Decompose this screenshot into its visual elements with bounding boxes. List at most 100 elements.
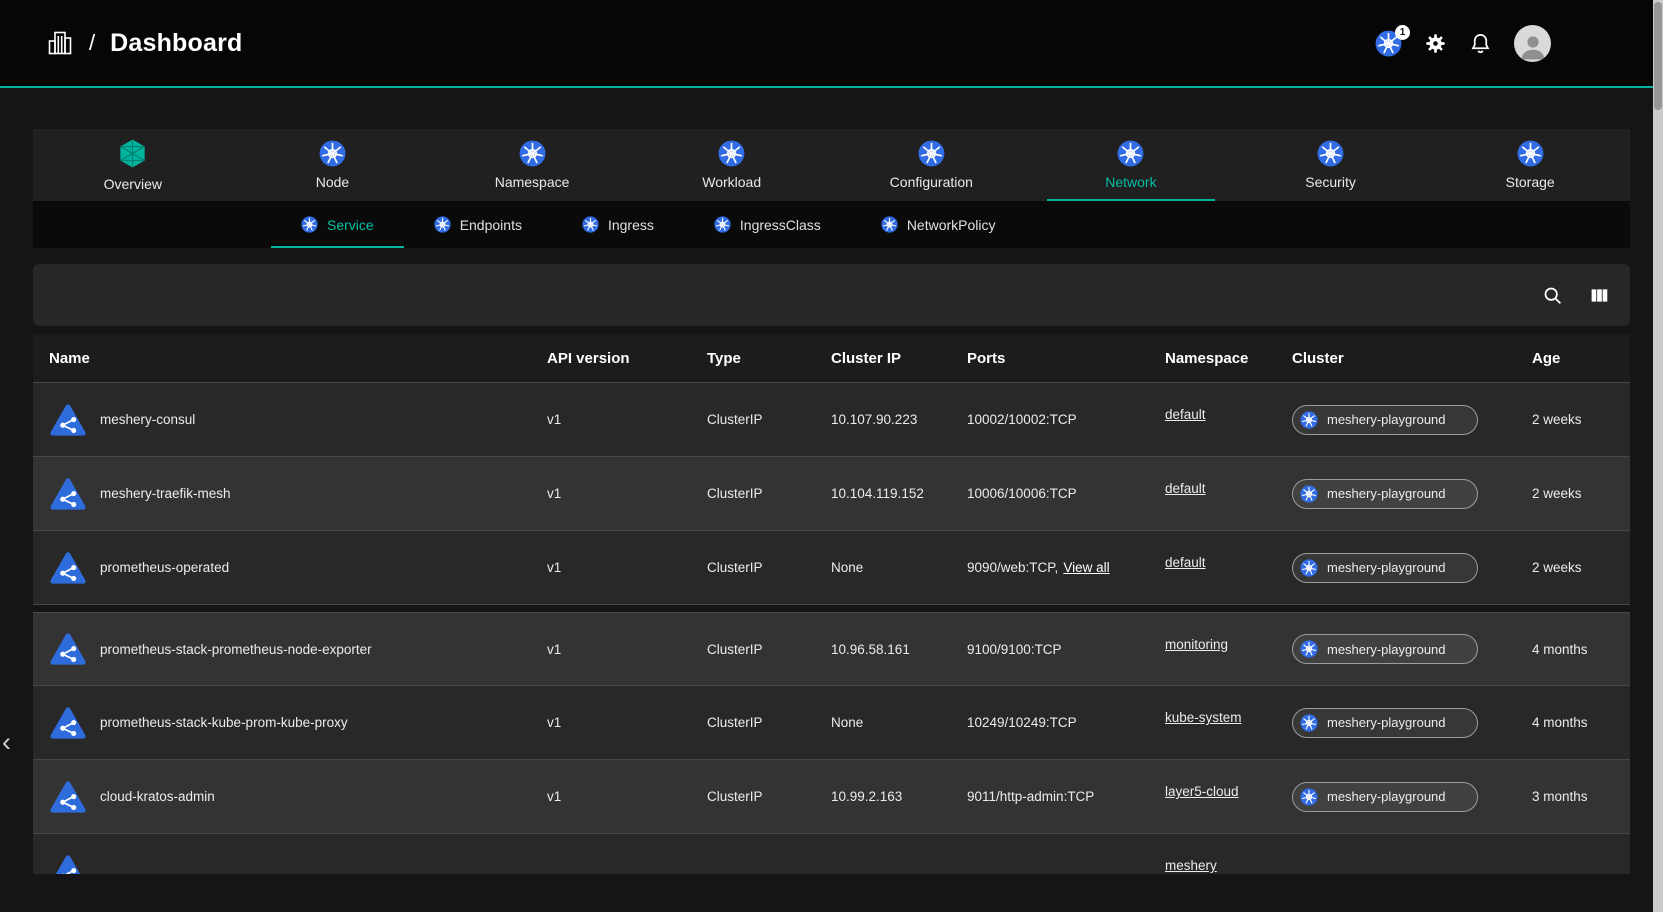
tab-network[interactable]: Network: [1031, 129, 1231, 201]
tab-label: Overview: [104, 176, 162, 192]
kubernetes-icon: [714, 216, 731, 233]
service-name: cloud-kratos-admin: [100, 789, 215, 804]
kubernetes-icon: [881, 216, 898, 233]
scrollbar-thumb[interactable]: [1654, 2, 1662, 110]
view-all-ports-link[interactable]: View all: [1063, 560, 1109, 575]
tab-overview[interactable]: Overview: [33, 129, 233, 201]
table-row[interactable]: meshery-traefik-mesh v1 ClusterIP 10.104…: [33, 457, 1630, 531]
cluster-chip[interactable]: meshery-playground: [1292, 782, 1478, 812]
namespace-link[interactable]: default: [1165, 555, 1206, 570]
avatar[interactable]: [1514, 25, 1551, 62]
bell-icon[interactable]: [1469, 32, 1492, 55]
tab-label: Namespace: [495, 174, 570, 190]
namespace-link[interactable]: meshery: [1165, 858, 1217, 873]
tab-security[interactable]: Security: [1231, 129, 1431, 201]
page-scrollbar[interactable]: [1653, 0, 1663, 912]
type-cell: ClusterIP: [707, 715, 831, 730]
ports-value: 10006/10006:TCP: [967, 486, 1077, 501]
building-logo-icon[interactable]: [46, 29, 74, 57]
tab-label: Storage: [1506, 174, 1555, 190]
service-name: prometheus-stack-prometheus-node-exporte…: [100, 642, 372, 657]
subtab-label: NetworkPolicy: [907, 217, 996, 233]
kubernetes-icon: [718, 140, 745, 167]
cluster-ip-cell: 10.99.2.163: [831, 789, 967, 804]
ports-cell: 9011/http-admin:TCP: [967, 789, 1165, 804]
table-toolbar: [33, 264, 1630, 326]
column-header-name[interactable]: Name: [49, 350, 547, 367]
tab-workload[interactable]: Workload: [632, 129, 832, 201]
ports-value: 9090/web:TCP,: [967, 560, 1058, 575]
api-version-cell: v1: [547, 789, 707, 804]
kubernetes-icon: [1300, 788, 1318, 806]
table-row[interactable]: prometheus-operated v1 ClusterIP None 90…: [33, 531, 1630, 605]
type-cell: ClusterIP: [707, 642, 831, 657]
dashboard-tabs: Overview Node Namespace Workload Configu…: [33, 129, 1630, 201]
column-header-type[interactable]: Type: [707, 350, 831, 367]
namespace-link[interactable]: default: [1165, 481, 1206, 496]
ports-cell: 9100/9100:TCP: [967, 642, 1165, 657]
table-row[interactable]: meshery-consul v1 ClusterIP 10.107.90.22…: [33, 383, 1630, 457]
ports-cell: 10002/10002:TCP: [967, 412, 1165, 427]
tab-storage[interactable]: Storage: [1430, 129, 1630, 201]
cluster-ip-cell: None: [831, 715, 967, 730]
age-cell: 4 months: [1532, 642, 1620, 657]
tab-label: Network: [1105, 174, 1156, 190]
age-cell: 2 weeks: [1532, 412, 1620, 427]
subtab-label: Ingress: [608, 217, 654, 233]
ports-value: 9011/http-admin:TCP: [967, 789, 1094, 804]
kubernetes-context-button[interactable]: 1: [1375, 30, 1402, 57]
type-cell: ClusterIP: [707, 412, 831, 427]
subtab-networkpolicy[interactable]: NetworkPolicy: [851, 201, 1026, 248]
tab-configuration[interactable]: Configuration: [832, 129, 1032, 201]
cluster-name: meshery-playground: [1327, 412, 1446, 427]
drawer-collapse-button[interactable]: ‹: [2, 729, 11, 756]
context-count-badge: 1: [1395, 25, 1410, 40]
namespace-link[interactable]: default: [1165, 407, 1206, 422]
ports-value: 9100/9100:TCP: [967, 642, 1062, 657]
table-row[interactable]: prometheus-stack-kube-prom-kube-proxy v1…: [33, 686, 1630, 760]
ports-cell: 10249/10249:TCP: [967, 715, 1165, 730]
view-columns-icon[interactable]: [1589, 285, 1610, 306]
cluster-name: meshery-playground: [1327, 715, 1446, 730]
table-row[interactable]: prometheus-stack-prometheus-node-exporte…: [33, 612, 1630, 686]
cluster-chip[interactable]: meshery-playground: [1292, 479, 1478, 509]
service-name: meshery-consul: [100, 412, 195, 427]
tab-node[interactable]: Node: [233, 129, 433, 201]
column-header-api-version[interactable]: API version: [547, 350, 707, 367]
header-actions: 1: [1375, 25, 1551, 62]
breadcrumb-separator: /: [89, 30, 95, 56]
kubernetes-icon: [1300, 714, 1318, 732]
namespace-link[interactable]: kube-system: [1165, 710, 1242, 725]
subtab-ingressclass[interactable]: IngressClass: [684, 201, 851, 248]
gear-icon[interactable]: [1424, 32, 1447, 55]
cluster-chip[interactable]: meshery-playground: [1292, 634, 1478, 664]
subtab-ingress[interactable]: Ingress: [552, 201, 684, 248]
age-cell: 2 weeks: [1532, 560, 1620, 575]
subtab-endpoints[interactable]: Endpoints: [404, 201, 552, 248]
cluster-chip[interactable]: meshery-playground: [1292, 708, 1478, 738]
kubernetes-icon: [582, 216, 599, 233]
service-icon: [49, 704, 87, 742]
meshery-icon: [117, 138, 148, 169]
age-cell: 4 months: [1532, 715, 1620, 730]
subtab-service[interactable]: Service: [271, 201, 404, 248]
cluster-chip[interactable]: meshery-playground: [1292, 405, 1478, 435]
namespace-link[interactable]: monitoring: [1165, 637, 1228, 652]
column-header-ports[interactable]: Ports: [967, 350, 1165, 367]
column-header-namespace[interactable]: Namespace: [1165, 350, 1292, 367]
cluster-ip-cell: 10.96.58.161: [831, 642, 967, 657]
namespace-link[interactable]: layer5-cloud: [1165, 784, 1239, 799]
table-row[interactable]: meshery: [33, 834, 1630, 874]
service-icon: [49, 549, 87, 587]
column-header-cluster-ip[interactable]: Cluster IP: [831, 350, 967, 367]
search-icon[interactable]: [1542, 285, 1563, 306]
column-header-cluster[interactable]: Cluster: [1292, 350, 1532, 367]
table-row[interactable]: cloud-kratos-admin v1 ClusterIP 10.99.2.…: [33, 760, 1630, 834]
api-version-cell: v1: [547, 412, 707, 427]
service-icon: [49, 401, 87, 439]
column-header-age[interactable]: Age: [1532, 350, 1620, 367]
tab-namespace[interactable]: Namespace: [432, 129, 632, 201]
service-icon: [49, 778, 87, 816]
cluster-chip[interactable]: meshery-playground: [1292, 553, 1478, 583]
kubernetes-icon: [319, 140, 346, 167]
